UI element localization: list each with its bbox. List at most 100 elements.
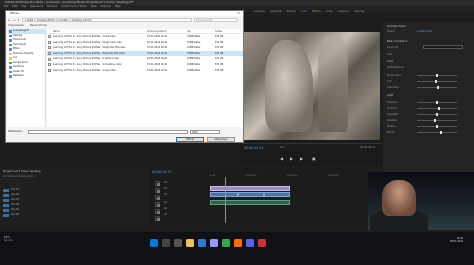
column-type[interactable]: Typ bbox=[187, 29, 215, 33]
task-view-icon[interactable] bbox=[174, 239, 182, 247]
whites-knob[interactable] bbox=[436, 125, 438, 128]
project-title[interactable]: Project: Lut 3 Colour Grading bbox=[3, 170, 41, 173]
section-color[interactable]: Color bbox=[387, 60, 394, 63]
track-label-v2[interactable]: V2 bbox=[164, 187, 167, 190]
adjustment-layer-clip[interactable] bbox=[210, 186, 290, 191]
input-lut-dropdown[interactable] bbox=[423, 45, 463, 49]
menu-graphics[interactable]: Graphics and Titles bbox=[61, 5, 86, 9]
close-icon[interactable]: ✕ bbox=[237, 11, 240, 16]
menu-window[interactable]: Window bbox=[100, 5, 110, 9]
pen-tool[interactable] bbox=[155, 209, 160, 214]
project-item[interactable]: Clip 02 bbox=[3, 193, 99, 197]
edge-icon[interactable] bbox=[198, 239, 206, 247]
forward-arrow-icon[interactable]: → bbox=[13, 18, 16, 22]
workspace-captions[interactable]: Captions bbox=[338, 9, 349, 14]
search-icon[interactable] bbox=[162, 239, 170, 247]
workspace-libraries[interactable]: Libraries bbox=[354, 9, 365, 14]
camera-icon[interactable]: ▣ bbox=[312, 156, 317, 161]
open-button[interactable]: Öffnen bbox=[176, 137, 204, 142]
workspace-audio[interactable]: Audio bbox=[326, 9, 333, 14]
project-item[interactable]: Clip 01 bbox=[3, 188, 99, 192]
section-light[interactable]: Light bbox=[387, 94, 393, 97]
windows-start-icon[interactable] bbox=[150, 239, 158, 247]
menu-markers[interactable]: Markers bbox=[47, 5, 57, 9]
column-date[interactable]: Änderungsdatum bbox=[147, 29, 187, 33]
menu-sequence[interactable]: Sequence bbox=[30, 5, 43, 9]
new-folder-button[interactable]: Neuer Ordner bbox=[30, 24, 47, 28]
nav-item[interactable]: Netzwerk bbox=[8, 74, 45, 79]
discord-icon[interactable] bbox=[246, 239, 254, 247]
menu-edit[interactable]: Edit bbox=[12, 5, 17, 9]
lumetri-tab-color[interactable]: Lumetri Color bbox=[417, 30, 433, 33]
track-select-tool[interactable] bbox=[155, 188, 160, 193]
workspace-learning[interactable]: Learning bbox=[254, 9, 265, 14]
search-box[interactable]: Durchsuchen bbox=[193, 17, 238, 22]
address-bar[interactable]: « Insta > Cooking Photo > Lumetri > Cook… bbox=[21, 17, 192, 22]
tint-knob[interactable] bbox=[435, 80, 438, 83]
project-item[interactable]: Clip 04 bbox=[3, 203, 99, 207]
saturation-knob[interactable] bbox=[436, 86, 439, 89]
app-icon[interactable] bbox=[234, 239, 242, 247]
auto-button[interactable]: Auto bbox=[387, 53, 392, 56]
whites-slider[interactable]: Whites bbox=[387, 125, 471, 128]
highlights-knob[interactable] bbox=[436, 113, 438, 116]
text-tool[interactable] bbox=[155, 216, 160, 221]
project-item[interactable]: Clip 03 bbox=[3, 198, 99, 202]
section-basic-correction[interactable]: Basic Correction bbox=[387, 40, 407, 43]
menu-help[interactable]: Help bbox=[115, 5, 121, 9]
shadows-slider[interactable]: Shadows bbox=[387, 119, 471, 122]
temperature-knob[interactable] bbox=[436, 74, 438, 77]
timeline-timecode[interactable]: 00:00:02:13 bbox=[152, 170, 171, 174]
contrast-slider[interactable]: Contrast bbox=[387, 107, 471, 110]
monitor-fit[interactable]: Full bbox=[280, 146, 284, 149]
menu-clip[interactable]: Clip bbox=[21, 5, 26, 9]
exposure-slider[interactable]: Exposure bbox=[387, 101, 471, 104]
premiere-pro-icon[interactable] bbox=[210, 239, 218, 247]
step-back-icon[interactable]: ◀ bbox=[280, 156, 285, 161]
video-clip[interactable] bbox=[238, 192, 264, 197]
app-icon[interactable] bbox=[258, 239, 266, 247]
monitor-scrubber[interactable] bbox=[242, 143, 382, 144]
filename-input[interactable] bbox=[28, 129, 188, 134]
cancel-button[interactable]: Abbrechen bbox=[207, 137, 235, 142]
file-type-filter[interactable]: LUTs bbox=[190, 129, 220, 134]
selection-tool[interactable] bbox=[155, 181, 160, 186]
project-item[interactable]: Clip 06 bbox=[3, 213, 99, 217]
track-label-v1[interactable]: V1 bbox=[164, 193, 167, 196]
timeline-ruler[interactable]: 00:00 00:00:02:00 00:00:04:00 00:00:06:0… bbox=[210, 175, 380, 178]
weather-widget[interactable]: 18°C Sonnig bbox=[4, 236, 13, 242]
menu-view[interactable]: View bbox=[90, 5, 96, 9]
playhead[interactable] bbox=[225, 177, 226, 223]
project-item[interactable]: Clip 05 bbox=[3, 208, 99, 212]
workspace-assembly[interactable]: Assembly bbox=[270, 9, 282, 14]
monitor-timecode[interactable]: 00:00:02:13 bbox=[244, 146, 263, 150]
system-clock[interactable]: 16:22 08.01.2022 bbox=[450, 237, 463, 243]
track-label-a2[interactable]: A2 bbox=[164, 207, 167, 210]
step-forward-icon[interactable]: ▶ bbox=[300, 156, 305, 161]
column-size[interactable]: Größe bbox=[215, 29, 243, 33]
menu-file[interactable]: File bbox=[4, 5, 8, 9]
play-icon[interactable]: ▶ bbox=[290, 156, 295, 161]
workspace-editing[interactable]: Editing bbox=[287, 9, 296, 14]
exposure-knob[interactable] bbox=[436, 101, 438, 104]
lumetri-tab-master[interactable]: Master bbox=[387, 30, 395, 33]
up-arrow-icon[interactable]: ↑ bbox=[17, 18, 20, 22]
track-label-a1[interactable]: A1 bbox=[164, 201, 167, 204]
back-arrow-icon[interactable]: ← bbox=[8, 18, 11, 22]
column-name[interactable]: Name bbox=[47, 29, 147, 33]
spotify-icon[interactable] bbox=[222, 239, 230, 247]
shadows-knob[interactable] bbox=[434, 119, 436, 122]
ripple-edit-tool[interactable] bbox=[155, 195, 160, 200]
workspace-effects[interactable]: Effects bbox=[312, 9, 321, 14]
video-clip[interactable] bbox=[210, 192, 238, 197]
tint-slider[interactable]: Tint bbox=[387, 80, 471, 83]
audio-clip[interactable] bbox=[210, 200, 290, 205]
blacks-knob[interactable] bbox=[440, 131, 442, 134]
contrast-knob[interactable] bbox=[438, 107, 440, 110]
temperature-slider[interactable]: Temperature bbox=[387, 74, 471, 77]
organize-button[interactable]: Organisieren bbox=[8, 24, 24, 28]
blacks-slider[interactable]: Blacks bbox=[387, 131, 471, 134]
saturation-slider[interactable]: Saturation bbox=[387, 86, 471, 89]
track-label-a3[interactable]: A3 bbox=[164, 213, 167, 216]
highlights-slider[interactable]: Highlights bbox=[387, 113, 471, 116]
